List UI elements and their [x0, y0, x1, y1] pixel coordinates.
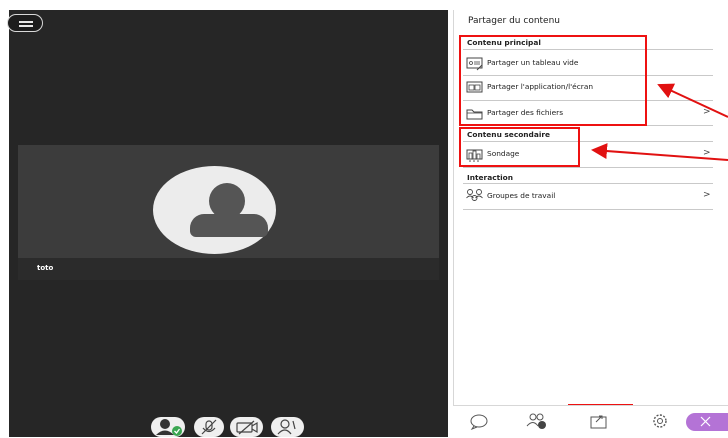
chat-icon[interactable]	[469, 412, 489, 430]
settings-icon[interactable]	[650, 412, 670, 430]
annotation-arrow-2	[591, 143, 728, 161]
close-icon	[700, 416, 711, 427]
annotation-arrow-1	[657, 83, 728, 118]
close-panel-button[interactable]	[686, 413, 728, 431]
annotation-arrows	[591, 83, 728, 161]
participants-icon[interactable]	[526, 412, 546, 430]
share-content-icon[interactable]	[589, 412, 609, 430]
